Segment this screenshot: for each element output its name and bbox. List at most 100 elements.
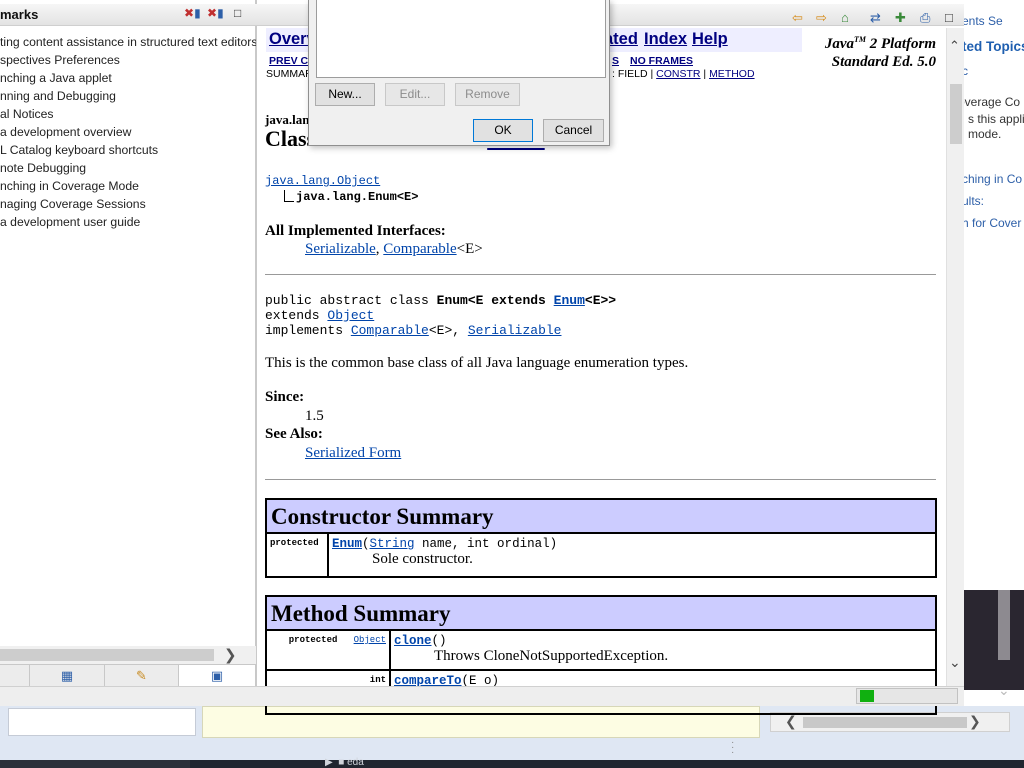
scroll-up-arrow-icon[interactable]: ⌃ — [949, 38, 960, 54]
constructor-link[interactable]: Enum — [332, 537, 362, 551]
resize-grip-icon[interactable]: · · · — [731, 738, 734, 758]
list-item[interactable]: L Catalog keyboard shortcuts — [0, 141, 256, 159]
decl-text: public abstract class — [265, 293, 437, 308]
ok-button[interactable]: OK — [473, 119, 533, 142]
inheritance-child: java.lang.Enum<E> — [296, 190, 419, 204]
taskbar — [190, 760, 1024, 768]
maximize-icon[interactable]: □ — [945, 10, 953, 25]
nav-index-link[interactable]: Index — [644, 30, 687, 49]
scroll-down-arrow-icon[interactable]: ⌄ — [949, 654, 961, 671]
delete-all-bookmarks-icon[interactable]: ✖▮ — [207, 6, 224, 20]
home-icon[interactable]: ⌂ — [841, 10, 849, 25]
show-in-contents-icon[interactable]: ⇄ — [870, 10, 881, 26]
list-item[interactable]: naging Coverage Sessions — [0, 195, 256, 213]
params: () — [431, 634, 447, 648]
progress-fill — [860, 690, 874, 702]
object-link[interactable]: Object — [327, 308, 374, 323]
table-row: protected Enum(String name, int ordinal)… — [267, 534, 935, 576]
enum-link[interactable]: Enum — [554, 293, 585, 308]
scrollbar-thumb[interactable] — [950, 84, 962, 144]
frames-link[interactable]: S — [612, 55, 619, 67]
implemented-interfaces-heading: All Implemented Interfaces: — [265, 223, 446, 239]
forward-icon[interactable]: ⇨ — [816, 10, 827, 26]
chevron-down-icon[interactable]: ⌄ — [998, 682, 1010, 699]
scroll-left-arrow-icon[interactable]: ❮ — [785, 713, 797, 730]
declaration-line: implements Comparable<E>, Serializable — [265, 323, 561, 338]
description-line: mode. — [968, 127, 1002, 141]
method-link[interactable]: METHOD — [709, 68, 755, 80]
background-input-box[interactable] — [8, 708, 196, 736]
index-icon: ▦ — [60, 668, 74, 683]
method-summary-heading: Method Summary — [267, 597, 935, 631]
string-link[interactable]: String — [370, 537, 415, 551]
field-label: : FIELD | — [612, 68, 657, 80]
tab-search[interactable]: ✎ — [105, 665, 179, 687]
since-heading: Since: — [265, 389, 305, 405]
bookmark-document-icon[interactable]: ✚ — [895, 10, 906, 26]
related-link[interactable]: ching in Co — [962, 172, 1022, 186]
bookmarks-icon: ▣ — [210, 668, 224, 683]
scroll-right-arrow-icon[interactable]: ❯ — [969, 713, 981, 730]
background-horizontal-scrollbar[interactable]: ❮ ❯ — [770, 712, 1010, 732]
maximize-icon[interactable]: □ — [234, 6, 241, 20]
bookmarks-horizontal-scrollbar[interactable]: ❯ — [0, 646, 256, 664]
dialog-list-box[interactable] — [316, 0, 606, 78]
inheritance-branch — [284, 190, 294, 202]
serializable-link[interactable]: Serializable — [305, 241, 376, 257]
see-also-heading: See Also: — [265, 426, 323, 442]
scrollbar-thumb[interactable] — [0, 649, 214, 661]
since-value: 1.5 — [305, 408, 324, 424]
table-row: protected Object clone() Throws CloneNot… — [267, 631, 935, 671]
list-item[interactable]: nching a Java applet — [0, 69, 256, 87]
scrollbar-thumb[interactable] — [803, 717, 967, 728]
related-link[interactable]: h for Cover — [962, 216, 1021, 230]
constr-link[interactable]: CONSTR — [656, 68, 700, 80]
bookmarks-title: marks — [0, 7, 39, 22]
taskbar-item-text: eda — [347, 757, 364, 768]
browser-vertical-scrollbar[interactable]: ⌃ — [946, 28, 964, 686]
modifier: protected — [267, 534, 329, 576]
platform-title: JavaTM 2 Platform Standard Ed. 5.0 — [810, 31, 936, 71]
description-line: s this applic — [968, 112, 1024, 126]
constructor-summary-heading: Constructor Summary — [267, 500, 935, 534]
no-frames-link[interactable]: NO FRAMES — [630, 55, 693, 67]
list-item[interactable]: spectives Preferences — [0, 51, 256, 69]
serialized-form-link[interactable]: Serialized Form — [305, 445, 401, 462]
method-signature: clone() — [394, 634, 932, 648]
serializable-link[interactable]: Serializable — [468, 323, 562, 338]
inheritance-root-link[interactable]: java.lang.Object — [265, 174, 380, 188]
tab-bookmarks[interactable]: ▣ — [179, 665, 256, 687]
related-toolbar[interactable]: ents Se — [962, 14, 1003, 28]
list-item[interactable]: al Notices — [0, 105, 256, 123]
remove-button[interactable]: Remove — [455, 83, 520, 106]
tab-contents[interactable] — [0, 665, 30, 687]
back-icon[interactable]: ⇦ — [792, 10, 803, 26]
nav-help-link[interactable]: Help — [692, 30, 728, 49]
list-item[interactable]: nching in Coverage Mode — [0, 177, 256, 195]
comparable-link[interactable]: Comparable — [351, 323, 429, 338]
taskbar-item-label[interactable]: ▶ ■ eda — [325, 757, 364, 768]
scroll-right-arrow-icon[interactable]: ❯ — [224, 646, 237, 664]
related-link[interactable]: ults: — [962, 194, 984, 208]
new-button[interactable]: New... — [315, 83, 375, 106]
list-item[interactable]: a development user guide — [0, 213, 256, 231]
related-toolbar-label: ents Se — [962, 14, 1003, 28]
delete-bookmark-icon[interactable]: ✖▮ — [184, 6, 201, 20]
method-link[interactable]: clone — [394, 634, 432, 648]
comparable-link[interactable]: Comparable — [383, 241, 456, 257]
background-scrollbar-thumb[interactable] — [998, 590, 1010, 660]
list-item[interactable]: nning and Debugging — [0, 87, 256, 105]
platform-java: Java — [824, 36, 854, 52]
cancel-button[interactable]: Cancel — [543, 119, 604, 142]
object-link[interactable]: Object — [354, 635, 386, 645]
declaration-line: public abstract class Enum<E extends Enu… — [265, 293, 616, 308]
class-description: This is the common base class of all Jav… — [265, 355, 689, 371]
list-item[interactable]: note Debugging — [0, 159, 256, 177]
print-icon[interactable]: ⎙ — [920, 10, 930, 26]
divider — [265, 274, 936, 275]
list-item[interactable]: ting content assistance in structured te… — [0, 33, 256, 51]
edit-button[interactable]: Edit... — [385, 83, 445, 106]
tab-index[interactable]: ▦ — [30, 665, 105, 687]
list-item[interactable]: a development overview — [0, 123, 256, 141]
help-view-tabs: ▦ ✎ ▣ — [0, 664, 256, 687]
